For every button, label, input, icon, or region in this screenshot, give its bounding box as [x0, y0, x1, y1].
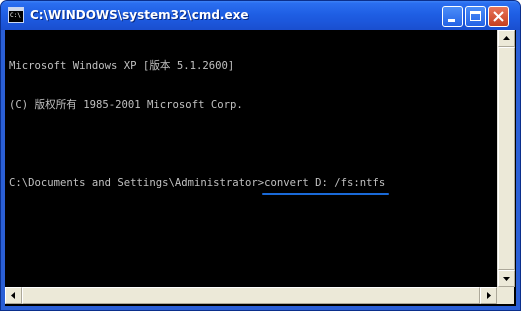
scroll-up-button[interactable] [498, 30, 515, 47]
scroll-left-button[interactable] [5, 287, 22, 304]
command-highlight-underline [262, 193, 390, 195]
console-line: Microsoft Windows XP [版本 5.1.2600] [9, 60, 235, 72]
window-title: C:\WINDOWS\system32\cmd.exe [30, 8, 249, 22]
maximize-button[interactable] [465, 6, 486, 27]
typed-command-text: convert D: /fs:ntfs [264, 177, 386, 189]
console-window: C:\ C:\WINDOWS\system32\cmd.exe Microsof… [0, 0, 521, 311]
close-button[interactable] [488, 6, 509, 27]
vertical-scroll-thumb[interactable] [498, 47, 515, 270]
scroll-down-button[interactable] [498, 270, 515, 287]
vertical-scrollbar[interactable] [497, 30, 515, 287]
minimize-icon [448, 19, 455, 22]
scrollbar-corner [497, 287, 514, 304]
console-prompt: C:\Documents and Settings\Administrator> [9, 177, 265, 189]
horizontal-scrollbar[interactable] [5, 287, 497, 304]
minimize-button[interactable] [442, 6, 463, 27]
console-prompt-line: C:\Documents and Settings\Administrator>… [9, 177, 497, 195]
typed-command: convert D: /fs:ntfs [262, 177, 390, 195]
title-bar[interactable]: C:\ C:\WINDOWS\system32\cmd.exe [1, 1, 520, 30]
close-icon [493, 11, 504, 22]
console-app-icon-label: C:\ [10, 12, 21, 19]
maximize-icon [470, 11, 481, 21]
arrow-right-icon [487, 292, 491, 299]
console-output[interactable]: Microsoft Windows XP [版本 5.1.2600] (C) 版… [9, 34, 497, 287]
arrow-up-icon [503, 36, 510, 40]
arrow-down-icon [503, 277, 510, 281]
horizontal-scroll-thumb[interactable] [22, 287, 480, 304]
arrow-left-icon [11, 292, 15, 299]
console-line: (C) 版权所有 1985-2001 Microsoft Corp. [9, 99, 243, 111]
console-client-area: Microsoft Windows XP [版本 5.1.2600] (C) 版… [5, 30, 516, 306]
scroll-right-button[interactable] [480, 287, 497, 304]
console-app-icon[interactable]: C:\ [8, 7, 24, 23]
